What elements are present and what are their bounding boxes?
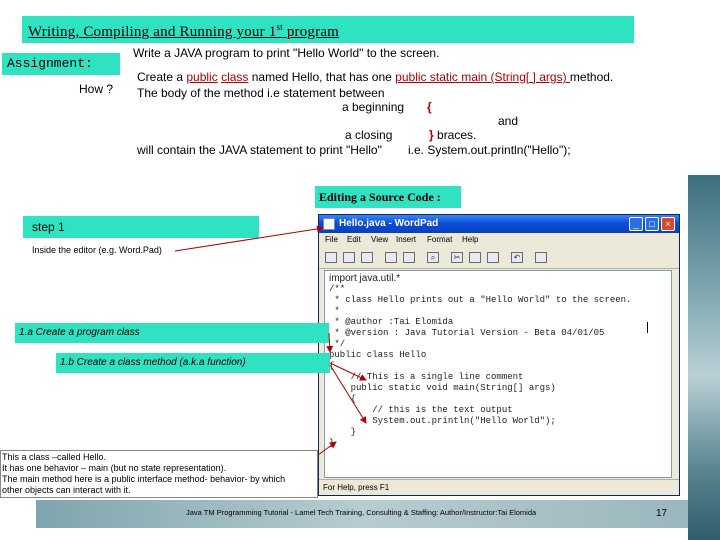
wordpad-menu-bar: File Edit View Insert Format Help: [319, 233, 679, 247]
assignment-label-box: Assignment:: [2, 53, 120, 75]
code-line-15: }: [329, 427, 357, 437]
how-a-closing: a closing: [345, 128, 393, 142]
how-and: and: [498, 114, 519, 128]
how-line-1: Create a public class named Hello, that …: [137, 70, 614, 84]
minimize-button[interactable]: _: [629, 217, 643, 231]
wordpad-app-icon: [323, 218, 335, 230]
code-line-2: /**: [329, 284, 346, 294]
cut-icon[interactable]: ✂: [451, 252, 463, 263]
wordpad-window: Hello.java - WordPad _ □ × File Edit Vie…: [318, 214, 680, 496]
save-icon[interactable]: [361, 252, 373, 263]
step-1a-box: 1.a Create a program class: [15, 323, 329, 343]
menu-file[interactable]: File: [325, 235, 338, 244]
code-line-14: System.out.println("Hello World");: [329, 416, 556, 426]
preview-icon[interactable]: [403, 252, 415, 263]
code-line-6: * @version : Java Tutorial Version - Bet…: [329, 328, 605, 338]
undo-icon[interactable]: ↶: [511, 252, 523, 263]
minimize-icon: _: [633, 219, 639, 229]
assignment-label: Assignment:: [7, 56, 93, 71]
wordpad-document[interactable]: import java.util.* /** * class Hello pri…: [324, 270, 672, 478]
menu-view[interactable]: View: [371, 235, 388, 244]
code-line-5: * @author :Tai Elomida: [329, 317, 454, 327]
slide-title: Writing, Compiling and Running your 1st …: [28, 22, 340, 40]
print-icon[interactable]: [385, 252, 397, 263]
code-line-11: public static void main(String[] args): [329, 383, 556, 393]
text-caret: [647, 322, 648, 333]
maximize-icon: □: [649, 219, 655, 229]
code-line-3: * class Hello prints out a "Hello World"…: [329, 295, 632, 305]
step-1b-label: 1.b Create a class method (a.k.a functio…: [60, 357, 246, 368]
code-line-8: public class Hello: [329, 350, 427, 360]
datetime-icon[interactable]: [535, 252, 547, 263]
how-line-2: The body of the method i.e statement bet…: [137, 86, 385, 100]
menu-insert[interactable]: Insert: [396, 235, 416, 244]
code-line-4: *: [329, 306, 340, 316]
step-1-box: step 1: [23, 216, 259, 238]
note-line-3: The main method here is a public interfa…: [2, 474, 286, 484]
step-1-label: step 1: [32, 220, 65, 234]
editing-label: Editing a Source Code :: [319, 190, 441, 204]
step-1a-label: 1.a Create a program class: [19, 327, 140, 338]
code-line-16: }: [329, 438, 335, 448]
title-banner: Writing, Compiling and Running your 1st …: [22, 16, 634, 43]
wordpad-toolbar: ⌕ ✂ ↶: [319, 247, 679, 269]
find-icon[interactable]: ⌕: [427, 252, 439, 263]
paste-icon[interactable]: [487, 252, 499, 263]
wordpad-status-bar: For Help, press F1: [319, 479, 679, 495]
assignment-intro: Write a JAVA program to print "Hello Wor…: [133, 46, 440, 60]
code-line-7: */: [329, 339, 346, 349]
open-brace: {: [427, 100, 432, 114]
page-number: 17: [656, 508, 668, 519]
menu-format[interactable]: Format: [427, 235, 452, 244]
close-icon: ×: [665, 219, 671, 229]
inside-editor-label: Inside the editor (e.g. Word.Pad): [32, 245, 162, 255]
how-print-statement: i.e. System.out.println("Hello");: [408, 143, 571, 157]
class-explanation-note: This a class –called Hello. It has one b…: [0, 450, 318, 498]
menu-edit[interactable]: Edit: [347, 235, 361, 244]
editing-label-box: Editing a Source Code :: [315, 186, 461, 208]
code-line-1: import java.util.*: [329, 273, 401, 284]
open-icon[interactable]: [343, 252, 355, 263]
note-line-1: This a class –called Hello.: [2, 452, 107, 462]
code-line-12: {: [329, 394, 357, 404]
close-button[interactable]: ×: [661, 217, 675, 231]
close-brace-line: } braces.: [429, 128, 477, 142]
footer-text: Java TM Programming Tutorial - Lamel Tec…: [186, 508, 537, 517]
slide-footer: Java TM Programming Tutorial - Lamel Tec…: [36, 500, 688, 528]
wordpad-title: Hello.java - WordPad: [339, 218, 439, 229]
note-line-2: It has one behavior – main (but no state…: [2, 463, 227, 473]
maximize-button[interactable]: □: [645, 217, 659, 231]
how-will-contain: will contain the JAVA statement to print…: [137, 143, 382, 157]
decorative-side-band: [688, 175, 720, 540]
note-line-4: other objects can interact with it.: [2, 485, 131, 495]
how-label: How ?: [79, 82, 114, 96]
status-text: For Help, press F1: [323, 483, 390, 492]
new-icon[interactable]: [325, 252, 337, 263]
code-line-10: // This is a single line comment: [329, 372, 524, 382]
how-a-beginning: a beginning: [342, 100, 405, 114]
copy-icon[interactable]: [469, 252, 481, 263]
wordpad-title-bar[interactable]: Hello.java - WordPad _ □ ×: [319, 215, 679, 233]
menu-help[interactable]: Help: [462, 235, 478, 244]
code-line-13: // this is the text output: [329, 405, 513, 415]
step-1b-box: 1.b Create a class method (a.k.a functio…: [56, 353, 330, 373]
